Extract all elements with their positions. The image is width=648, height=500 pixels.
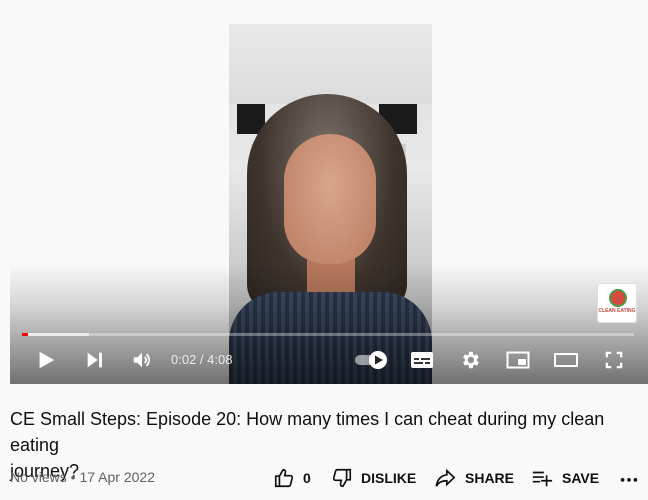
watermark-text: CLEAN EATING: [598, 308, 636, 314]
next-icon: [87, 352, 102, 368]
video-scene-person-face: [284, 134, 376, 264]
fullscreen-button[interactable]: [600, 346, 628, 374]
upload-date: 17 Apr 2022: [79, 469, 155, 485]
time-separator: /: [196, 352, 208, 367]
play-icon: [39, 351, 55, 369]
save-label: SAVE: [562, 470, 600, 486]
dislike-button[interactable]: DISLIKE: [331, 467, 416, 489]
fullscreen-icon: [605, 351, 623, 369]
video-scene-ceiling: [229, 24, 432, 104]
volume-button[interactable]: [128, 346, 156, 374]
miniplayer-button[interactable]: [504, 346, 532, 374]
share-icon: [435, 468, 456, 487]
meta-separator: •: [66, 469, 80, 485]
like-button[interactable]: 0: [273, 467, 311, 489]
share-button[interactable]: SHARE: [433, 467, 514, 489]
video-info: CE Small Steps: Episode 20: How many tim…: [10, 384, 648, 500]
share-label: SHARE: [465, 470, 515, 486]
thumbs-down-icon: [332, 468, 352, 488]
volume-icon: [133, 352, 151, 368]
autoplay-toggle[interactable]: [352, 346, 392, 374]
theater-mode-button[interactable]: [550, 346, 582, 374]
theater-icon: [554, 353, 578, 367]
next-button[interactable]: [81, 346, 109, 374]
view-count: No views: [10, 469, 67, 485]
subtitles-button[interactable]: [408, 346, 436, 374]
time-total: 4:08: [207, 352, 233, 367]
save-button[interactable]: SAVE: [530, 467, 599, 489]
time-current: 0:02: [171, 352, 197, 367]
progress-buffered: [22, 333, 90, 336]
channel-watermark[interactable]: CLEAN EATING: [597, 283, 637, 323]
miniplayer-icon: [506, 351, 530, 369]
add-to-playlist-icon: [532, 471, 553, 487]
dislike-label: DISLIKE: [361, 470, 417, 486]
video-meta: No views • 17 Apr 2022: [10, 469, 155, 485]
video-player[interactable]: CLEAN EATING 0:02 / 4:08: [10, 0, 648, 384]
more-actions-button[interactable]: [618, 467, 640, 489]
thumbs-up-icon: [274, 468, 294, 488]
more-icon: [620, 478, 638, 482]
subtitles-icon: [411, 352, 433, 368]
autoplay-toggle-icon: [355, 351, 387, 369]
gear-icon: [463, 351, 479, 369]
progress-bar[interactable]: [22, 333, 634, 336]
progress-played: [22, 333, 29, 336]
watermark-logo-icon: [609, 289, 627, 307]
play-button[interactable]: [32, 346, 60, 374]
like-count: 0: [303, 470, 311, 486]
settings-button[interactable]: [456, 346, 484, 374]
time-display: 0:02 / 4:08: [171, 352, 232, 367]
